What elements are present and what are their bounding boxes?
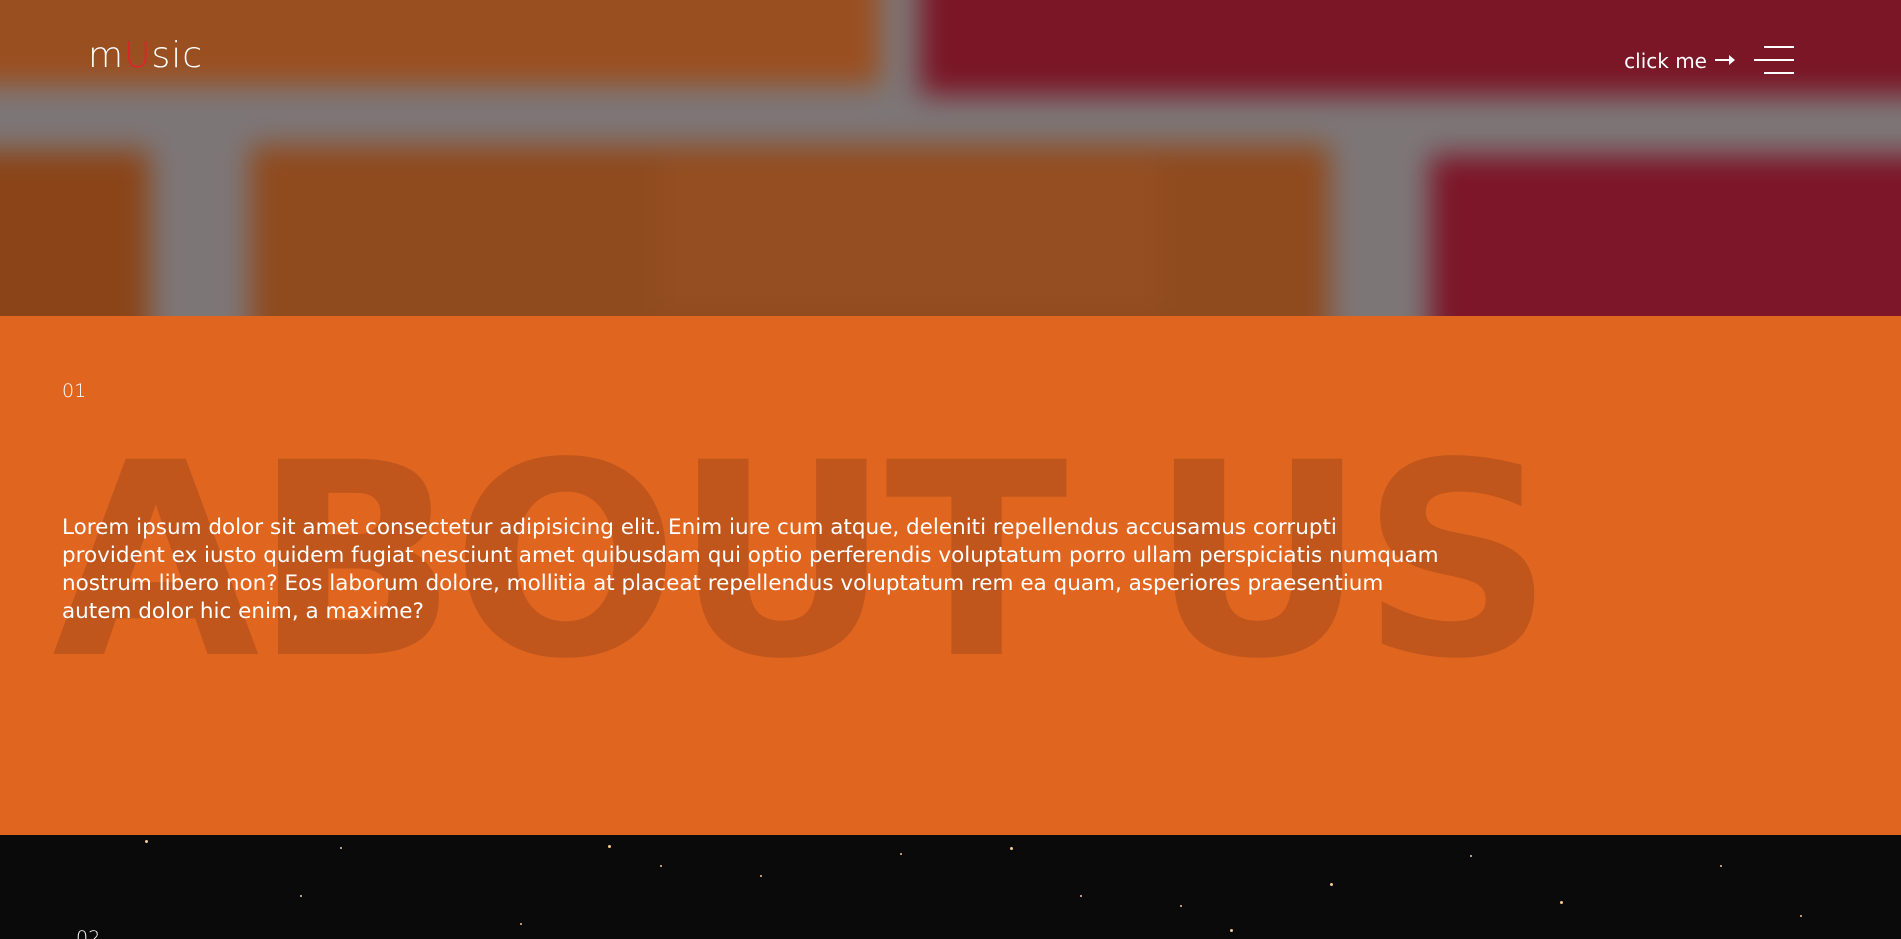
logo-accent-letter: U [124, 35, 152, 76]
logo[interactable]: mUsic [88, 38, 203, 74]
about-section: 01 ABOUT US Lorem ipsum dolor sit amet c… [0, 316, 1901, 835]
page: mUsic click me 01 ABOUT US Lorem ipsum d… [0, 0, 1901, 939]
click-me-link[interactable]: click me [1624, 49, 1735, 73]
section-number: 01 [62, 380, 87, 402]
hero-section: mUsic click me [0, 0, 1901, 316]
logo-suffix: sic [151, 35, 203, 76]
arrow-right-icon [1715, 50, 1735, 72]
about-paragraph: Lorem ipsum dolor sit amet consectetur a… [62, 515, 1439, 624]
section-number: 02 [76, 927, 101, 939]
hero-background-image [0, 0, 1901, 316]
next-section: 02 [0, 835, 1901, 939]
hamburger-menu-icon[interactable] [1754, 46, 1794, 76]
click-me-label: click me [1624, 49, 1707, 73]
logo-prefix: m [88, 35, 125, 76]
